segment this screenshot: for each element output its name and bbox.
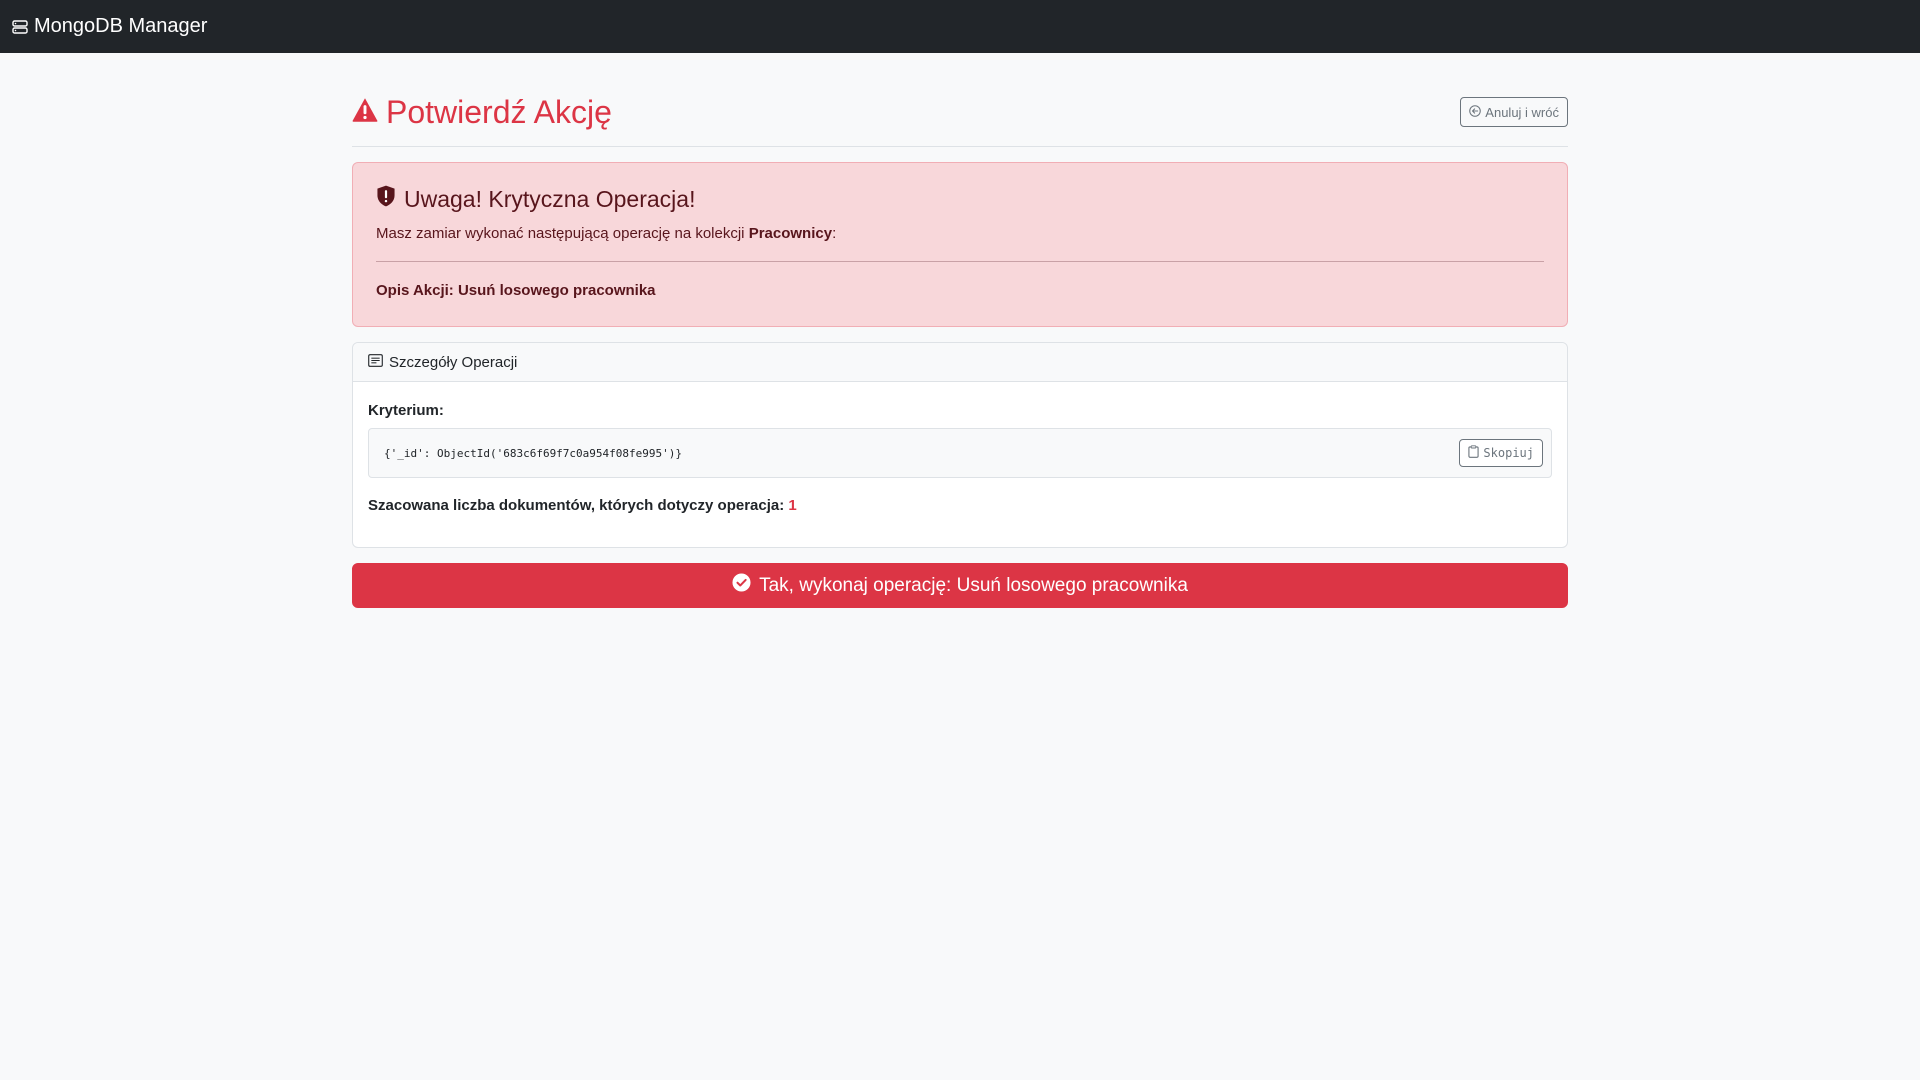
page-header: Potwierdź Akcję Anuluj i wróć xyxy=(352,92,1568,147)
affected-count-line: Szacowana liczba dokumentów, których dot… xyxy=(368,495,1552,517)
card-text-icon xyxy=(368,353,383,371)
cancel-button-label: Anuluj i wróć xyxy=(1485,104,1559,120)
card-body: Kryterium: {'_id': ObjectId('683c6f69f7c… xyxy=(353,382,1567,547)
critical-alert: Uwaga! Krytyczna Operacja! Masz zamiar w… xyxy=(352,162,1568,327)
action-description: Opis Akcji: Usuń losowego pracownika xyxy=(376,282,656,299)
alert-heading: Uwaga! Krytyczna Operacja! xyxy=(376,185,1544,213)
card-header-title: Szczegóły Operacji xyxy=(389,353,518,371)
navbar: MongoDB Manager xyxy=(0,0,1920,53)
copy-button[interactable]: Skopiuj xyxy=(1459,439,1543,467)
check-circle-icon xyxy=(732,573,751,598)
brand-label: MongoDB Manager xyxy=(34,15,208,37)
alert-text-prefix: Masz zamiar wykonać następującą operację… xyxy=(376,225,749,242)
shield-exclamation-icon xyxy=(376,185,396,213)
card-header: Szczegóły Operacji xyxy=(353,343,1567,382)
criterion-value: {'_id': ObjectId('683c6f69f7c0a954f08fe9… xyxy=(384,446,683,460)
confirm-button-label: Tak, wykonaj operację: Usuń losowego pra… xyxy=(759,574,1188,596)
server-icon xyxy=(12,19,28,35)
alert-heading-text: Uwaga! Krytyczna Operacja! xyxy=(404,186,696,212)
confirm-operation-button[interactable]: Tak, wykonaj operację: Usuń losowego pra… xyxy=(352,563,1568,608)
affected-count-value: 1 xyxy=(788,497,797,514)
alert-text-suffix: : xyxy=(832,225,837,242)
arrow-left-circle-icon xyxy=(1469,104,1482,120)
cancel-button[interactable]: Anuluj i wróć xyxy=(1460,97,1568,127)
operation-details-card: Szczegóły Operacji Kryterium: {'_id': Ob… xyxy=(352,342,1568,548)
brand-link[interactable]: MongoDB Manager xyxy=(12,15,207,38)
main-container: Potwierdź Akcję Anuluj i wróć Uwaga! Kry… xyxy=(352,53,1568,608)
clipboard-icon xyxy=(1468,445,1480,461)
copy-button-label: Skopiuj xyxy=(1483,446,1534,460)
alert-divider xyxy=(376,261,1544,262)
alert-text: Masz zamiar wykonać następującą operację… xyxy=(376,223,1544,245)
page-title: Potwierdź Akcję xyxy=(352,92,612,132)
page-title-text: Potwierdź Akcję xyxy=(386,94,612,130)
criterion-code-box: {'_id': ObjectId('683c6f69f7c0a954f08fe9… xyxy=(368,428,1552,478)
affected-count-label: Szacowana liczba dokumentów, których dot… xyxy=(368,497,789,514)
criterion-label: Kryterium: xyxy=(368,402,444,419)
warning-triangle-icon xyxy=(352,92,378,132)
collection-name: Pracownicy xyxy=(748,225,833,242)
